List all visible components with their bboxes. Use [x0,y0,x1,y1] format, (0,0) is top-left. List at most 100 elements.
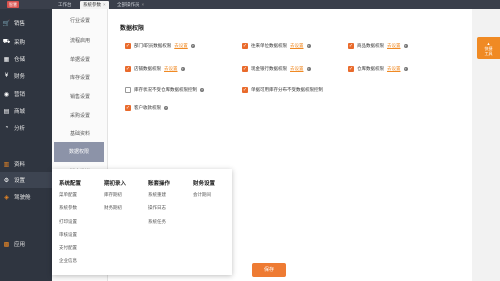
close-icon[interactable]: × [142,2,145,7]
checkbox[interactable]: ✓ [125,43,131,49]
sidebar-item-analysis[interactable]: ◔ 分析 [0,120,52,136]
submenu-item[interactable]: 库存设置 [52,68,108,88]
flyout-item[interactable]: 操作日志 [148,205,170,219]
help-icon[interactable]: ? [306,67,311,71]
main-sidebar: 🛒 销售 ⛟ 采购 ▦ 仓储 ¥ 财务 ◉ 营销 ▤ 商城 ◔ 分析 ▥ 资料 … [0,9,52,281]
checkbox[interactable]: ✓ [348,66,354,72]
submenu-item[interactable]: 单据设置 [52,50,108,70]
sidebar-item-settings[interactable]: ⚙ 设置 [0,172,52,188]
sidebar-item-label: 采购 [14,40,26,46]
cart-icon: 🛒 [2,20,11,27]
submenu-item[interactable]: 行业设置 [52,11,108,31]
checkbox[interactable]: ✓ [242,43,248,49]
sidebar-item-label: 资料 [14,162,26,168]
folder-icon: ▥ [3,161,10,168]
money-icon: ¥ [4,73,9,79]
help-icon[interactable]: ? [164,106,168,110]
configure-link[interactable]: 去设置 [290,66,304,72]
sidebar-item-mall[interactable]: ▤ 商城 [0,103,52,119]
page-title: 数据权限 [120,26,145,32]
dashboard-icon: ◈ [4,194,9,201]
submenu-item[interactable]: 采购设置 [52,106,108,126]
permission-option: 库存状况不受仓库数据权限控制 ? [125,87,204,93]
help-icon[interactable]: ? [403,44,408,48]
tab-all-operators[interactable]: 全部操作员 × [114,1,147,9]
permission-label: 库存状况不受仓库数据权限控制 [134,87,197,92]
tab-system-params[interactable]: 系统参数 × [80,1,109,9]
flyout-column: 财务设置 会计期间 [193,179,215,206]
save-button[interactable]: 保存 [252,263,286,277]
permission-option: ✓ 店铺数据权限 去设置 ? [125,66,185,72]
tab-workbench[interactable]: 工作台 [55,1,75,9]
sidebar-item-marketing[interactable]: ◉ 营销 [0,86,52,102]
help-icon[interactable]: ? [200,88,204,92]
gear-icon: ⚙ [3,177,10,184]
sidebar-item-label: 驾驶舱 [14,195,31,201]
permission-label: 商品数据权限 [357,43,384,48]
flyout-column-title: 期初录入 [104,181,127,187]
sidebar-item-label: 分析 [14,126,26,132]
checkbox[interactable]: ✓ [242,66,248,72]
submenu-item[interactable]: 基础资料 [52,124,108,144]
app-logo: 智慧 [7,1,19,8]
help-icon[interactable]: ? [403,67,408,71]
help-icon[interactable]: ? [180,67,185,71]
sidebar-item-label: 商城 [14,109,26,115]
permission-option: ✓ 单据可用库存分布不受数据权限控制 [242,87,323,93]
permission-label: 店铺数据权限 [134,66,161,71]
permission-option: ✓ 往来单位数据权限 去设置 ? [242,43,311,49]
sidebar-item-data[interactable]: ▥ 资料 [0,156,52,172]
checkbox[interactable] [125,87,131,93]
permission-label: 单据可用库存分布不受数据权限控制 [251,87,323,92]
checkbox[interactable]: ✓ [348,43,354,49]
flyout-item[interactable]: 系统参数 [59,205,81,219]
submenu-item[interactable]: 流程启用 [52,31,108,51]
flyout-column: 系统配置 菜单配置 系统参数 打印设置 审核设置 支付配置 企业信息 [59,179,81,273]
flyout-item[interactable]: 企业信息 [59,259,81,272]
flyout-item[interactable]: 打印设置 [59,219,81,233]
sidebar-item-purchase[interactable]: ⛟ 采购 [0,34,52,50]
configure-link[interactable]: 去设置 [387,66,401,72]
store-icon: ▤ [3,108,10,115]
quick-tools-button[interactable]: ▲ 快捷 工具 [477,37,500,59]
flyout-item[interactable]: 会计期间 [193,192,215,206]
top-bar: 智慧 工作台 系统参数 × 全部操作员 × [0,0,500,9]
permission-label: 现金银行数据权限 [251,66,287,71]
checkbox[interactable]: ✓ [125,66,131,72]
tab-label: 全部操作员 [117,2,140,7]
settings-flyout-menu: 系统配置 菜单配置 系统参数 打印设置 审核设置 支付配置 企业信息 期初录入 … [52,169,232,275]
sidebar-item-label: 应用 [14,242,26,248]
sidebar-item-label: 财务 [14,74,26,80]
permission-label: 部门/职员数据权限 [134,43,172,48]
flyout-column-title: 账套操作 [148,181,171,187]
submenu-item-data-permission[interactable]: 数据权限 [54,142,104,162]
permission-option: ✓ 部门/职员数据权限 去设置 ? [125,43,195,49]
sidebar-item-warehouse[interactable]: ▦ 仓储 [0,51,52,67]
sidebar-item-cockpit[interactable]: ◈ 驾驶舱 [0,189,52,205]
checkbox[interactable]: ✓ [242,87,248,93]
configure-link[interactable]: 去设置 [290,43,304,49]
sidebar-item-finance[interactable]: ¥ 财务 [0,68,52,84]
flyout-column: 期初录入 库存期初 财务期初 [104,179,126,220]
flyout-column-title: 财务设置 [193,181,216,187]
close-icon[interactable]: × [103,2,106,7]
checkbox[interactable]: ✓ [125,105,131,111]
flyout-column: 账套操作 系统重建 操作日志 系统任务 [148,179,170,233]
quick-tools-label: 工具 [484,50,493,56]
flyout-column-title: 系统配置 [59,181,82,187]
help-icon[interactable]: ? [190,44,195,48]
sidebar-item-sales[interactable]: 🛒 销售 [0,15,52,31]
chart-icon: ◔ [4,125,9,131]
sidebar-item-apps[interactable]: ▩ 应用 [0,236,52,252]
megaphone-icon: ◉ [3,91,10,98]
truck-icon: ⛟ [2,39,11,45]
configure-link[interactable]: 去设置 [174,43,188,49]
sidebar-item-label: 仓储 [14,57,26,63]
permission-label: 仓库数据权限 [357,66,384,71]
configure-link[interactable]: 去设置 [164,66,178,72]
configure-link[interactable]: 去设置 [387,43,401,49]
help-icon[interactable]: ? [306,44,311,48]
flyout-item[interactable]: 财务期初 [104,205,126,219]
submenu-item[interactable]: 销售设置 [52,87,108,107]
flyout-item[interactable]: 系统任务 [148,219,170,233]
